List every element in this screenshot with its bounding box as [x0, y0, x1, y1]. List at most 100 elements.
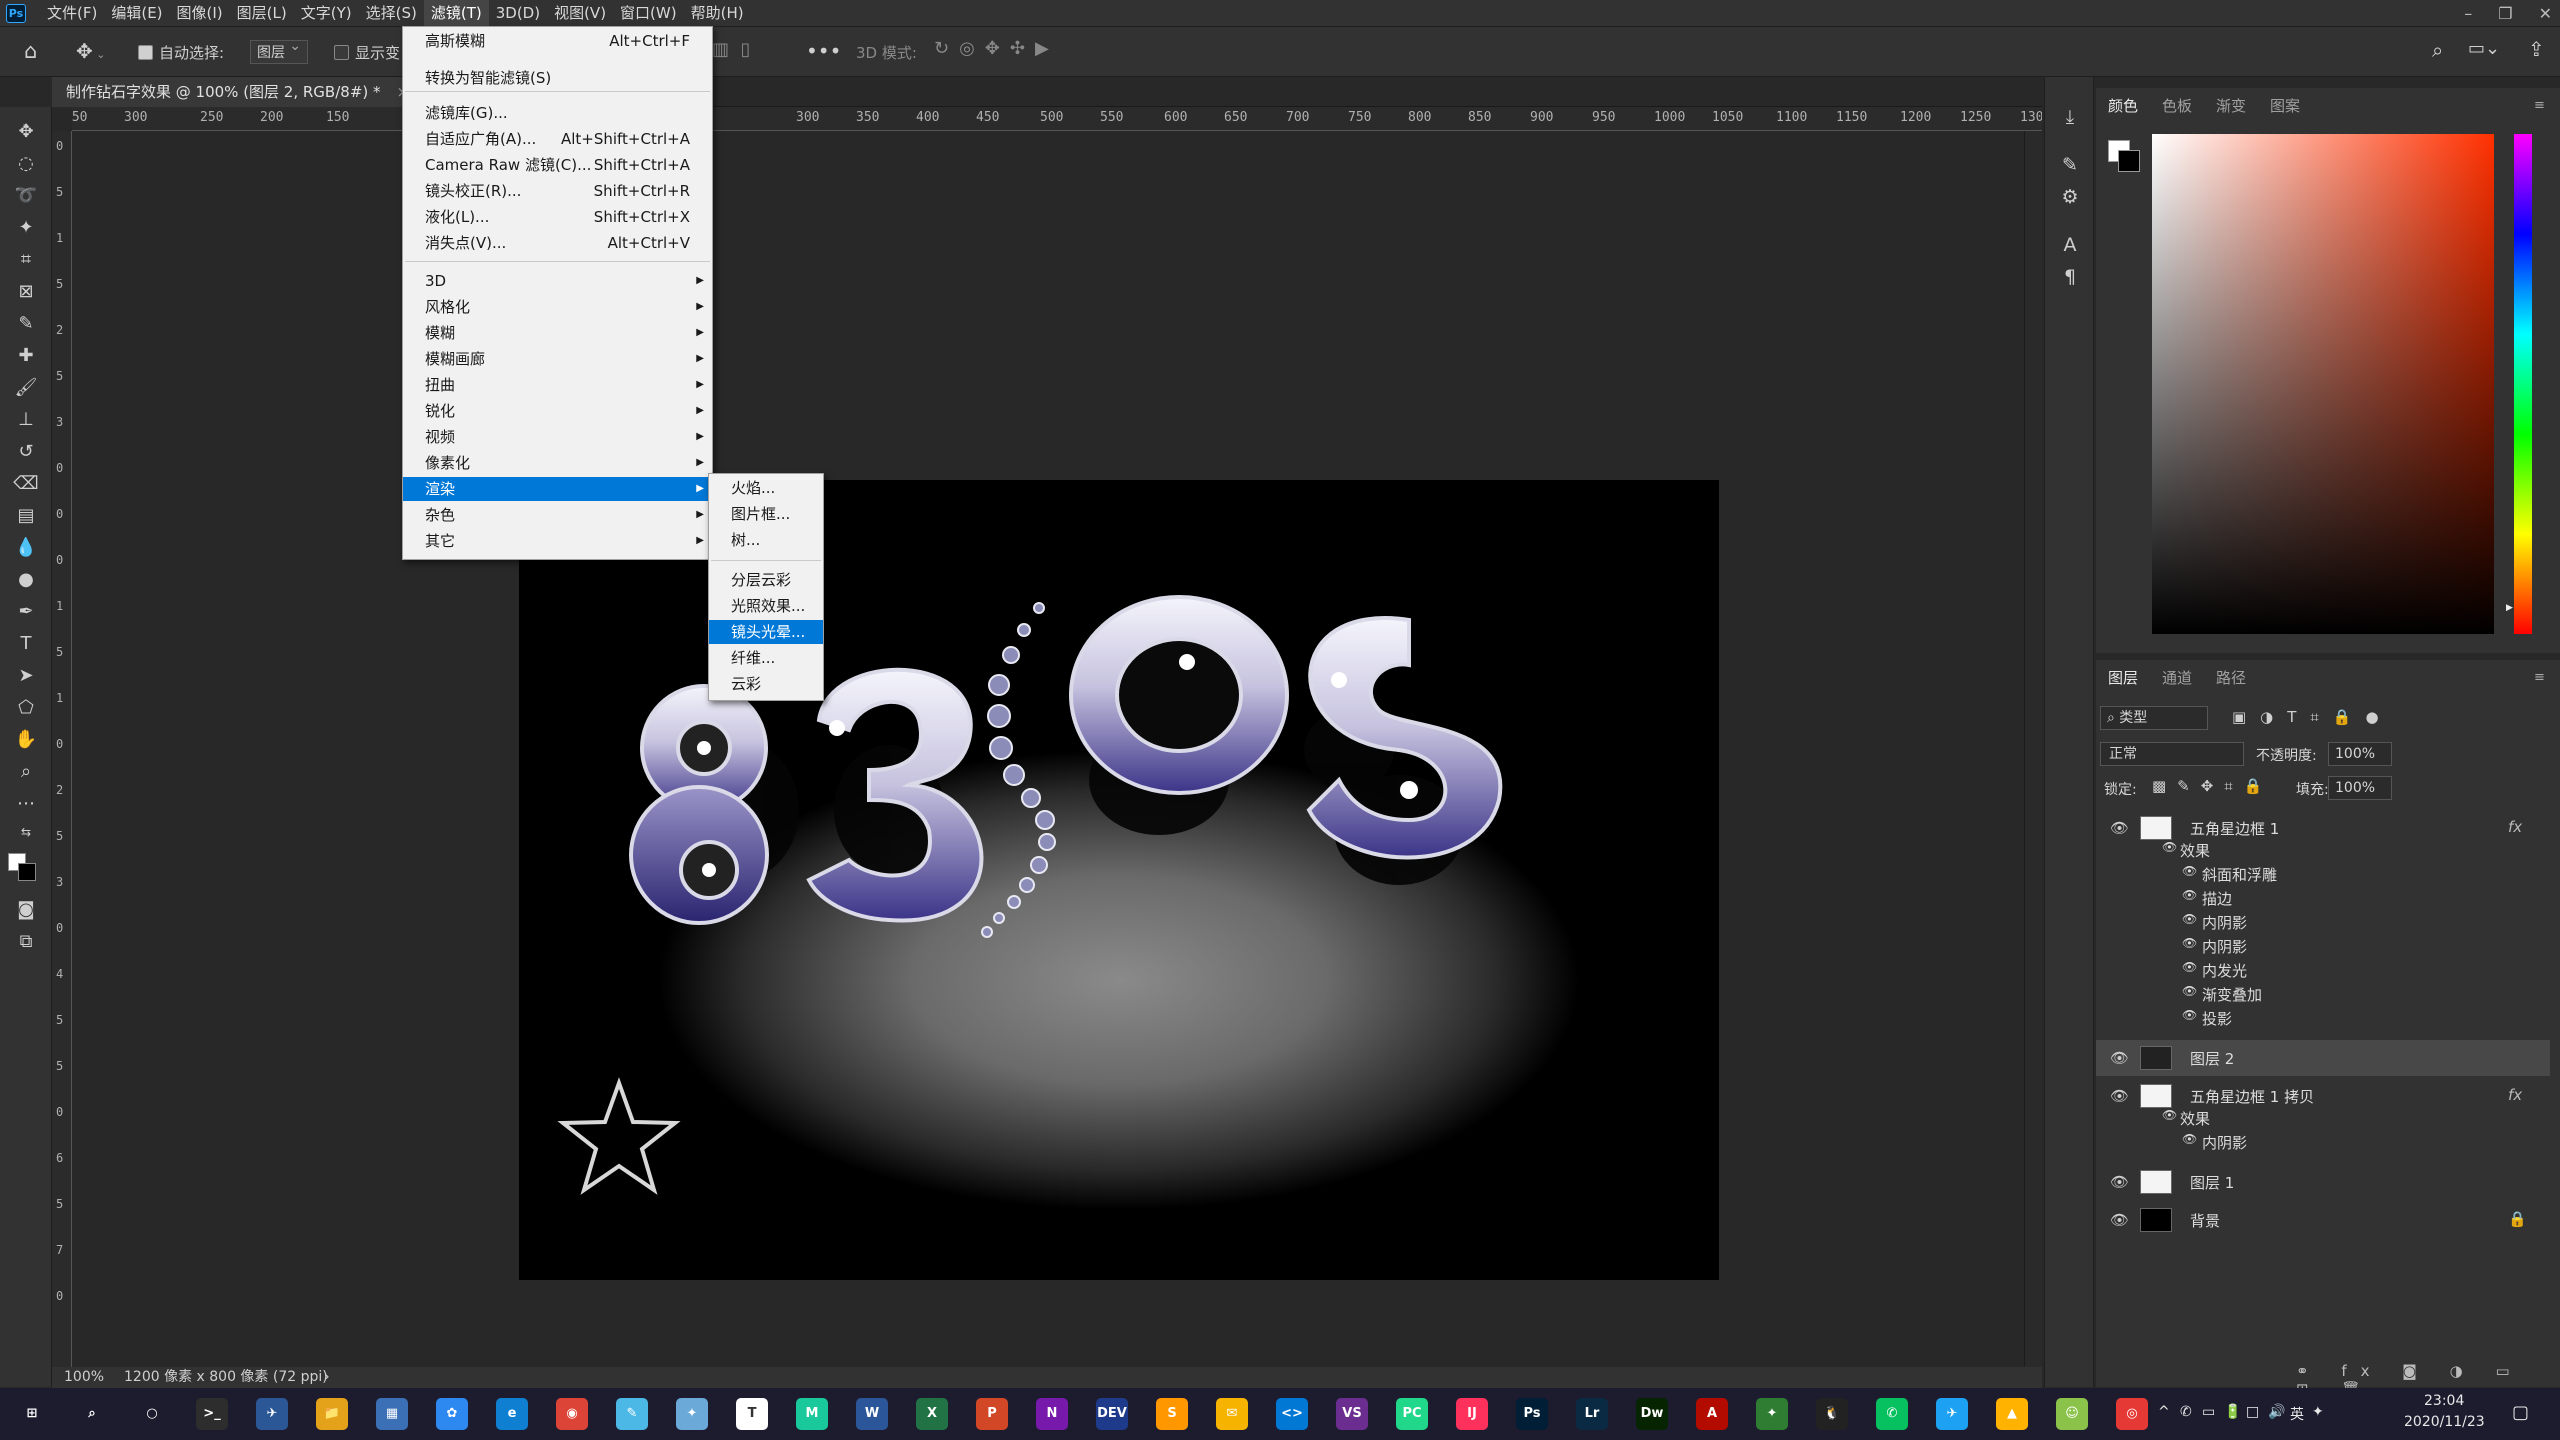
show-transform-checkbox[interactable]: 显示变	[334, 42, 400, 63]
menu-item[interactable]: 窗口(W)	[613, 0, 684, 27]
menu-item[interactable]: 镜头光晕...	[709, 620, 823, 644]
background-color-swatch[interactable]	[2118, 150, 2140, 172]
panel-tab[interactable]: 路径	[2204, 660, 2258, 696]
visibility-eye-icon[interactable]: 👁	[2162, 1108, 2177, 1122]
panel-tab[interactable]: 图层	[2096, 660, 2150, 696]
taskbar-app-icon[interactable]: 📁	[316, 1398, 348, 1430]
panel-tab[interactable]: 色板	[2150, 88, 2204, 124]
taskbar-app-icon[interactable]: ⌕	[76, 1398, 108, 1430]
swap-colors-icon[interactable]: ⇆	[13, 819, 39, 845]
taskbar-app-icon[interactable]: A	[1696, 1398, 1728, 1430]
menu-item[interactable]: 视图(V)	[547, 0, 613, 27]
blend-mode-dropdown[interactable]: 正常	[2100, 742, 2244, 766]
taskbar-app-icon[interactable]: 🐧	[1816, 1398, 1848, 1430]
distribute-icon[interactable]: ▥ ▯	[712, 39, 750, 60]
menu-item[interactable]: 液化(L)... Shift+Ctrl+X	[403, 205, 712, 229]
taskbar-app-icon[interactable]: P	[976, 1398, 1008, 1430]
fx-badge[interactable]: fx	[2508, 818, 2522, 836]
taskbar-app-icon[interactable]: VS	[1336, 1398, 1368, 1430]
taskbar-app-icon[interactable]: Ps	[1516, 1398, 1548, 1430]
taskbar-app-icon[interactable]: ▦	[376, 1398, 408, 1430]
effect-row[interactable]: 👁 内发光	[2096, 958, 2550, 982]
taskbar-app-icon[interactable]: e	[496, 1398, 528, 1430]
menu-item[interactable]: 模糊 ▶	[403, 321, 712, 345]
visibility-eye-icon[interactable]: 👁	[2182, 1008, 2197, 1022]
menu-item[interactable]: 3D(D)	[489, 0, 547, 27]
menu-item[interactable]: 高斯模糊 Alt+Ctrl+F	[403, 29, 712, 53]
menu-item[interactable]: Camera Raw 滤镜(C)... Shift+Ctrl+A	[403, 153, 712, 177]
quick-mask-icon[interactable]: ◙	[13, 897, 39, 923]
lock-icons[interactable]: ▩✎✥⌗🔒	[2152, 777, 2273, 795]
taskbar-app-icon[interactable]: ✦	[1756, 1398, 1788, 1430]
taskbar-app-icon[interactable]: ✿	[436, 1398, 468, 1430]
document-tab[interactable]: 制作钻石字效果 @ 100% (图层 2, RGB/8#) *×	[52, 77, 425, 107]
visibility-eye-icon[interactable]: 👁	[2182, 864, 2197, 878]
menu-item[interactable]: 图片框...	[709, 502, 823, 526]
menu-item[interactable]: 纤维...	[709, 646, 823, 670]
taskbar-app-icon[interactable]: >_	[196, 1398, 228, 1430]
layer-row[interactable]: 👁 背景 🔒	[2096, 1202, 2550, 1238]
zoom-level[interactable]: 100%	[64, 1367, 104, 1388]
visibility-eye-icon[interactable]: 👁	[2182, 936, 2197, 950]
fx-badge[interactable]: fx	[2508, 1086, 2522, 1104]
menu-item[interactable]: 视频 ▶	[403, 425, 712, 449]
taskbar-app-icon[interactable]: Dw	[1636, 1398, 1668, 1430]
effect-row[interactable]: 👁 投影	[2096, 1006, 2550, 1030]
menu-item[interactable]: 扭曲 ▶	[403, 373, 712, 397]
visibility-eye-icon[interactable]: 👁	[2110, 1173, 2129, 1191]
tray-icon[interactable]: ✆	[2180, 1404, 2192, 1420]
menu-item[interactable]: 杂色 ▶	[403, 503, 712, 527]
document-canvas[interactable]	[519, 480, 1719, 1280]
layer-row[interactable]: 👁 图层 1	[2096, 1164, 2550, 1200]
menu-item[interactable]: 选择(S)	[359, 0, 424, 27]
visibility-eye-icon[interactable]: 👁	[2110, 1211, 2129, 1229]
tray-icon[interactable]: ^	[2158, 1404, 2170, 1420]
taskbar-app-icon[interactable]: IJ	[1456, 1398, 1488, 1430]
taskbar-app-icon[interactable]: N	[1036, 1398, 1068, 1430]
clock-time[interactable]: 23:04	[2424, 1393, 2464, 1409]
canvas-area[interactable]	[72, 131, 2024, 1367]
tray-icon[interactable]: 🔊	[2268, 1404, 2285, 1420]
taskbar-app-icon[interactable]: S	[1156, 1398, 1188, 1430]
vertical-scrollbar[interactable]	[2024, 131, 2042, 1367]
menu-item[interactable]: 自适应广角(A)... Alt+Shift+Ctrl+A	[403, 127, 712, 151]
crop-tool-icon[interactable]: ⌗	[13, 247, 39, 273]
effects-row[interactable]: 👁 效果	[2096, 1106, 2550, 1130]
menu-item[interactable]: 其它 ▶	[403, 529, 712, 553]
taskbar-app-icon[interactable]: ◉	[556, 1398, 588, 1430]
shape-tool-icon[interactable]: ⬠	[13, 695, 39, 721]
taskbar-app-icon[interactable]: M	[796, 1398, 828, 1430]
visibility-eye-icon[interactable]: 👁	[2162, 840, 2177, 854]
screen-mode-icon[interactable]: ⧉	[13, 929, 39, 955]
marquee-tool-icon[interactable]: ◌	[13, 151, 39, 177]
menu-item[interactable]: 渲染 ▶	[403, 477, 712, 501]
magic-wand-tool-icon[interactable]: ✦	[13, 215, 39, 241]
menu-item[interactable]: 模糊画廊 ▶	[403, 347, 712, 371]
menu-item[interactable]: 图层(L)	[230, 0, 294, 27]
tray-icon[interactable]: ✦	[2312, 1404, 2324, 1420]
workspace-icon[interactable]: ▭⌄	[2468, 38, 2500, 59]
type-tool-icon[interactable]: T	[13, 631, 39, 657]
clock-date[interactable]: 2020/11/23	[2404, 1414, 2485, 1430]
layer-filter-dropdown[interactable]: ⌕ 类型	[2100, 706, 2208, 730]
visibility-eye-icon[interactable]: 👁	[2110, 819, 2129, 837]
visibility-eye-icon[interactable]: 👁	[2110, 1049, 2129, 1067]
search-icon[interactable]: ⌕	[2432, 38, 2443, 62]
taskbar-app-icon[interactable]: ▲	[1996, 1398, 2028, 1430]
hue-slider-handle-icon[interactable]: ▶	[2506, 603, 2513, 613]
taskbar-app-icon[interactable]: ✎	[616, 1398, 648, 1430]
opacity-field[interactable]: 100%	[2328, 742, 2392, 766]
panel-tab[interactable]: 图案	[2258, 88, 2312, 124]
effect-row[interactable]: 👁 内阴影	[2096, 1130, 2550, 1154]
menu-item[interactable]: 火焰...	[709, 476, 823, 500]
visibility-eye-icon[interactable]: 👁	[2110, 1087, 2129, 1105]
hand-tool-icon[interactable]: ✋	[13, 727, 39, 753]
menu-item[interactable]: 镜头校正(R)... Shift+Ctrl+R	[403, 179, 712, 203]
tray-icon[interactable]: 🔋	[2224, 1404, 2241, 1420]
panel-tab[interactable]: 渐变	[2204, 88, 2258, 124]
menu-item[interactable]: 帮助(H)	[684, 0, 751, 27]
taskbar-app-icon[interactable]: ✦	[676, 1398, 708, 1430]
status-menu-arrow[interactable]: ›	[324, 1367, 330, 1388]
menu-item[interactable]: 云彩	[709, 672, 823, 696]
adjustments-icon[interactable]: ⚙	[2056, 183, 2084, 211]
